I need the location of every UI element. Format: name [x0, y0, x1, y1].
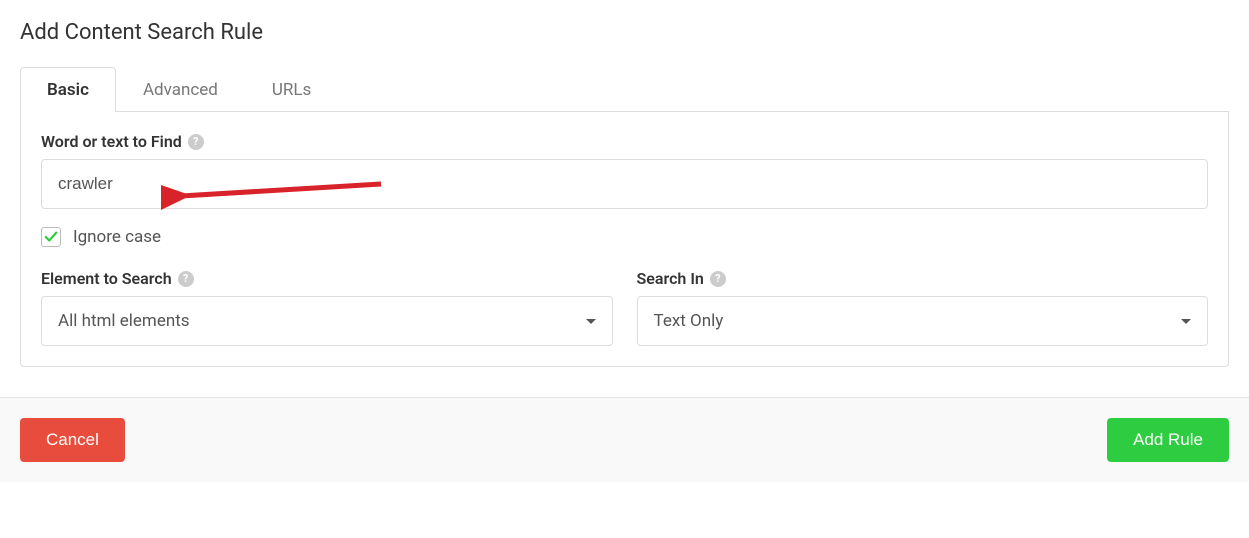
tab-content-basic: Word or text to Find ? Ignore case [20, 112, 1229, 367]
tab-basic[interactable]: Basic [20, 67, 116, 112]
search-in-value: Text Only [654, 311, 724, 331]
element-to-search-group: Element to Search ? All html elements [41, 269, 613, 346]
caret-down-icon [1181, 319, 1191, 324]
ignore-case-checkbox[interactable] [41, 227, 61, 247]
tabs: Basic Advanced URLs [20, 67, 1229, 112]
find-input[interactable] [41, 159, 1208, 209]
help-icon[interactable]: ? [178, 271, 194, 287]
element-to-search-value: All html elements [58, 311, 190, 331]
search-in-label: Search In [637, 269, 704, 288]
caret-down-icon [586, 319, 596, 324]
tab-advanced[interactable]: Advanced [116, 67, 245, 112]
ignore-case-label: Ignore case [73, 227, 161, 247]
element-to-search-label: Element to Search [41, 269, 172, 288]
page-title: Add Content Search Rule [20, 20, 1229, 45]
ignore-case-row: Ignore case [41, 227, 1208, 247]
help-icon[interactable]: ? [188, 134, 204, 150]
footer: Cancel Add Rule [0, 397, 1249, 482]
find-group: Word or text to Find ? [41, 132, 1208, 209]
add-rule-button[interactable]: Add Rule [1107, 418, 1229, 462]
search-in-group: Search In ? Text Only [637, 269, 1209, 346]
element-to-search-select[interactable]: All html elements [41, 296, 613, 346]
check-icon [44, 230, 58, 244]
help-icon[interactable]: ? [710, 271, 726, 287]
find-label: Word or text to Find [41, 132, 182, 151]
search-in-select[interactable]: Text Only [637, 296, 1209, 346]
cancel-button[interactable]: Cancel [20, 418, 125, 462]
tab-urls[interactable]: URLs [245, 67, 338, 112]
